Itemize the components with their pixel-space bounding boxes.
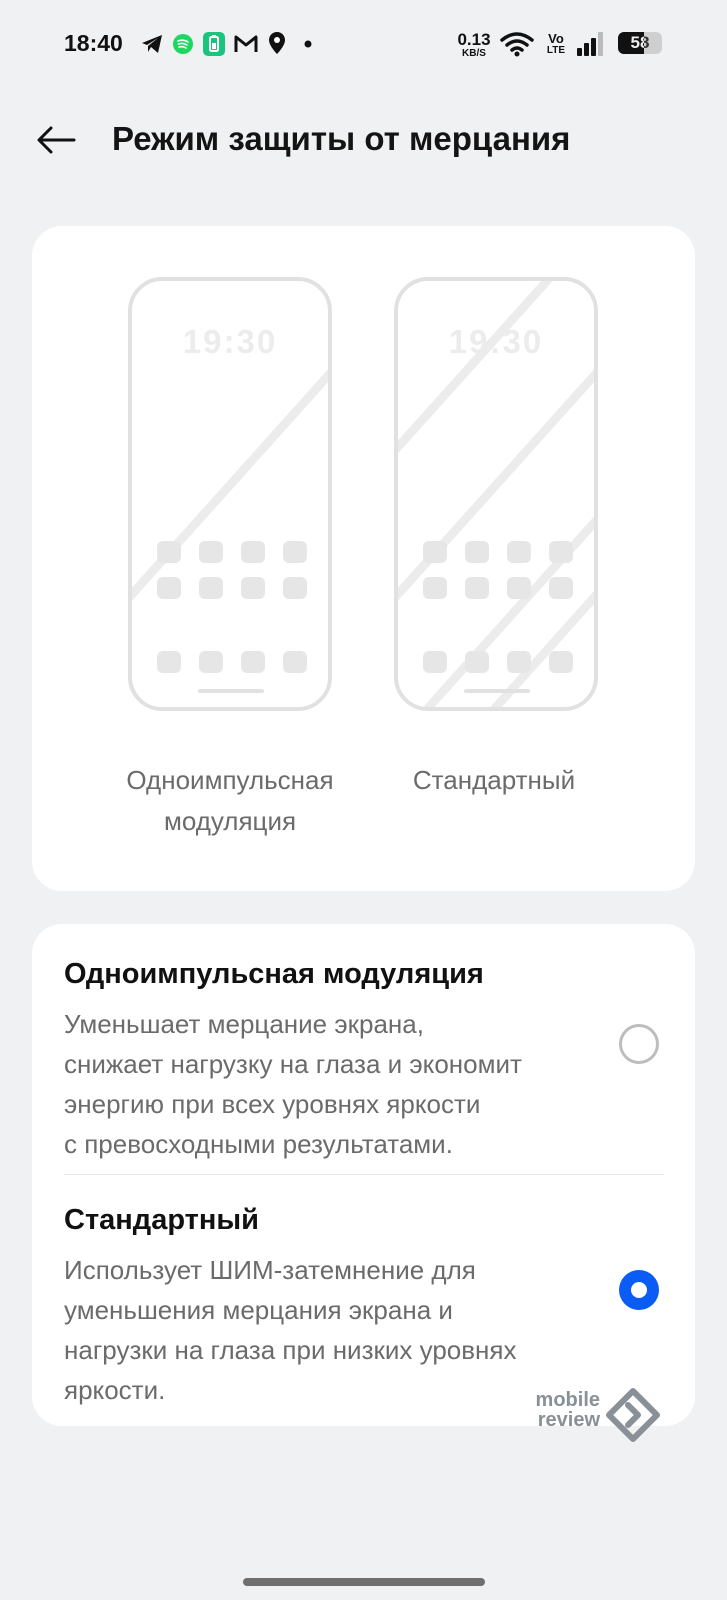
spotify-icon <box>173 34 193 54</box>
battery-saver-icon <box>203 32 225 56</box>
net-speed-unit: KB/S <box>462 48 486 59</box>
app-icon <box>157 651 181 673</box>
app-icon <box>241 577 265 599</box>
battery-level: 58 <box>630 33 650 52</box>
app-icon <box>507 577 531 599</box>
app-icon <box>199 577 223 599</box>
preview-label-single-pulse: Одноимпульсная модуляция <box>126 765 334 836</box>
app-icon <box>199 651 223 673</box>
preview-label-standard: Стандартный <box>412 765 576 795</box>
status-bar: 18:40 0.13 KB/S Vo LTE 58 <box>0 0 727 88</box>
dot-icon <box>304 40 312 48</box>
divider <box>64 1174 664 1175</box>
option-title: Одноимпульсная модуляция <box>64 958 484 990</box>
options-card: Одноимпульсная модуляция Уменьшает мерца… <box>32 924 695 1426</box>
app-grid <box>423 541 573 599</box>
radio-dot <box>631 1282 647 1298</box>
app-icon <box>241 651 265 673</box>
app-icon <box>507 541 531 563</box>
volte-top-label: Vo <box>548 31 564 46</box>
app-icon <box>465 541 489 563</box>
phone-preview-single-pulse: 19:30 <box>128 277 332 711</box>
app-icon <box>241 541 265 563</box>
phone-clock: 19:30 <box>448 323 544 360</box>
gmail-icon <box>234 35 258 52</box>
app-icon <box>549 577 573 599</box>
watermark-text: mobile review <box>535 1389 600 1431</box>
app-icon <box>283 651 307 673</box>
option-title: Стандартный <box>64 1204 259 1236</box>
watermark: mobile review <box>520 1388 670 1448</box>
option-standard[interactable]: Стандартный Использует ШИМ-затемнение дл… <box>32 1204 695 1414</box>
radio-button-selected[interactable] <box>619 1270 659 1310</box>
signal-icon <box>577 32 603 56</box>
app-icon <box>423 577 447 599</box>
app-icon <box>549 651 573 673</box>
app-icon <box>283 577 307 599</box>
gesture-navigation-bar[interactable] <box>243 1578 485 1586</box>
telegram-icon <box>142 35 162 53</box>
mobile-review-logo-icon <box>606 1388 660 1442</box>
wifi-icon <box>500 32 534 57</box>
volte-bottom-label: LTE <box>546 45 566 56</box>
phone-clock: 19:30 <box>182 323 278 360</box>
phone-home-bar <box>464 689 530 693</box>
net-speed-value: 0.13 <box>457 30 491 49</box>
dock-grid <box>423 651 573 673</box>
dock-grid <box>157 651 307 673</box>
phone-home-bar <box>198 689 264 693</box>
page-title: Режим защиты от мерцания <box>112 120 571 157</box>
app-icon <box>423 651 447 673</box>
arrow-left-icon <box>37 126 76 154</box>
app-icon <box>283 541 307 563</box>
app-icon <box>199 541 223 563</box>
back-button[interactable] <box>30 118 82 162</box>
option-description: Использует ШИМ-затемнение для уменьшения… <box>64 1255 517 1405</box>
app-icon <box>507 651 531 673</box>
phone-preview-standard: 19:30 <box>394 277 598 711</box>
preview-card: 19:30 19:30 Одноимпульсная модуляция Ста… <box>32 226 695 891</box>
status-time: 18:40 <box>64 30 123 56</box>
net-speed: 0.13 KB/S <box>456 30 492 59</box>
option-single-pulse[interactable]: Одноимпульсная модуляция Уменьшает мерца… <box>32 958 695 1168</box>
app-grid <box>157 541 307 599</box>
app-icon <box>157 577 181 599</box>
app-icon <box>549 541 573 563</box>
option-description: Уменьшает мерцание экрана, снижает нагру… <box>64 1009 522 1159</box>
radio-button-unselected[interactable] <box>619 1024 659 1064</box>
app-icon <box>423 541 447 563</box>
app-icon <box>157 541 181 563</box>
battery-icon: 58 <box>618 32 662 54</box>
volte-icon: Vo LTE <box>544 32 568 56</box>
location-icon <box>269 32 285 54</box>
app-icon <box>465 577 489 599</box>
app-icon <box>465 651 489 673</box>
